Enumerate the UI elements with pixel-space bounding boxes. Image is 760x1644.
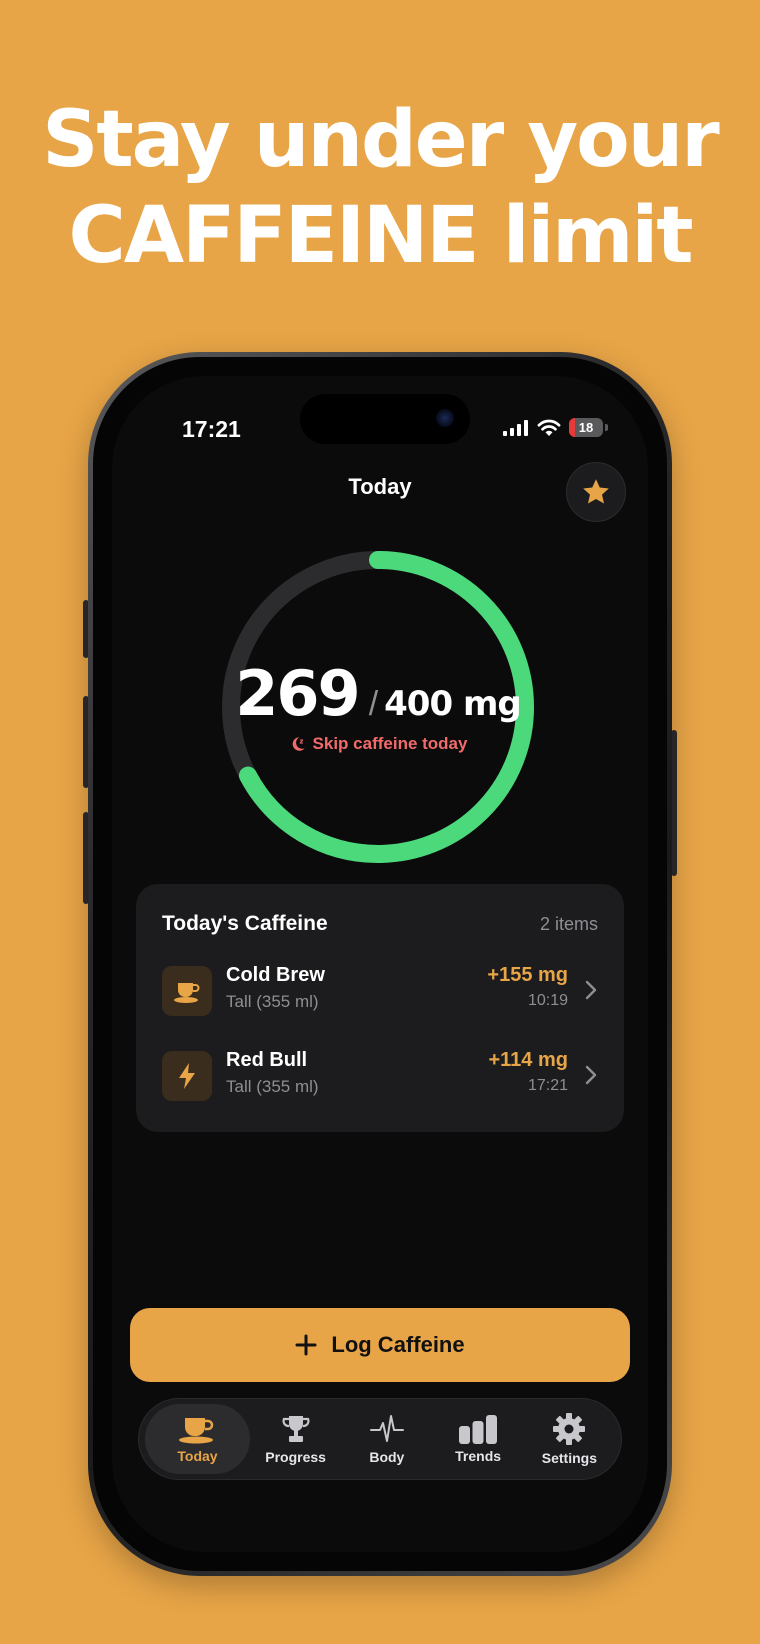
tab-settings[interactable]: Settings xyxy=(524,1404,615,1474)
tab-label: Today xyxy=(177,1448,218,1464)
battery-tip xyxy=(605,424,608,431)
limit-value: 400 mg xyxy=(384,684,522,724)
star-icon xyxy=(583,479,609,504)
tab-progress[interactable]: Progress xyxy=(250,1404,341,1474)
trophy-icon xyxy=(282,1416,310,1442)
list-item[interactable]: Red Bull Tall (355 ml) +114 mg 17:21 xyxy=(162,1049,598,1105)
caffeine-progress-ring: 269 / 400 mg z Skip caffeine today xyxy=(213,542,543,872)
log-caffeine-label: Log Caffeine xyxy=(331,1332,465,1357)
phone-frame: 17:21 18 Today 269 / 400 mg z Skip caffe… xyxy=(88,352,672,1576)
list-item[interactable]: Cold Brew Tall (355 ml) +155 mg 10:19 xyxy=(162,964,598,1020)
phone-bezel: 17:21 18 Today 269 / 400 mg z Skip caffe… xyxy=(93,357,667,1571)
chevron-right-icon xyxy=(585,1065,597,1085)
battery-icon: 18 xyxy=(569,418,603,437)
item-time: 10:19 xyxy=(527,992,568,1009)
tab-label: Progress xyxy=(265,1449,326,1465)
card-title: Today's Caffeine xyxy=(162,912,328,935)
ring-separator: / xyxy=(368,685,379,723)
item-time: 17:21 xyxy=(527,1077,568,1094)
wifi-icon xyxy=(537,419,561,436)
cellular-signal-icon xyxy=(503,419,528,436)
item-name: Cold Brew xyxy=(226,964,325,986)
favorites-button[interactable] xyxy=(566,462,626,522)
chevron-right-icon xyxy=(585,980,597,1000)
item-amount: +155 mg xyxy=(487,964,568,986)
headline: Stay under your CAFFEINE limit xyxy=(0,92,760,284)
status-time: 17:21 xyxy=(182,416,241,442)
todays-caffeine-card: Today's Caffeine 2 items Cold Brew Tall … xyxy=(136,884,624,1132)
lightning-bolt-icon xyxy=(162,1051,212,1101)
tab-bar: Today Progress Body Trends Settings xyxy=(138,1398,622,1480)
tab-trends[interactable]: Trends xyxy=(432,1404,523,1474)
skip-caffeine-text: Skip caffeine today xyxy=(312,734,468,753)
svg-text:z: z xyxy=(299,737,303,745)
gear-icon xyxy=(553,1413,586,1445)
tab-label: Settings xyxy=(541,1450,597,1466)
moon-icon: z xyxy=(292,737,305,751)
coffee-cup-icon xyxy=(179,1418,214,1444)
item-size: Tall (355 ml) xyxy=(226,992,319,1011)
item-amount: +114 mg xyxy=(488,1049,568,1071)
tab-label: Trends xyxy=(455,1448,502,1464)
plus-icon xyxy=(295,1334,317,1356)
log-caffeine-button[interactable]: Log Caffeine xyxy=(130,1308,630,1382)
tab-label: Body xyxy=(369,1449,405,1465)
consumed-value: 269 xyxy=(235,657,360,730)
ring-numbers: 269 / 400 mg xyxy=(213,657,543,730)
item-size: Tall (355 ml) xyxy=(226,1077,319,1096)
status-icons: 18 xyxy=(503,418,608,437)
bar-chart-icon xyxy=(459,1415,498,1444)
tab-today[interactable]: Today xyxy=(145,1404,250,1474)
coffee-cup-icon xyxy=(162,966,212,1016)
pulse-icon xyxy=(369,1415,404,1442)
item-name: Red Bull xyxy=(226,1049,308,1071)
skip-caffeine-link[interactable]: z Skip caffeine today xyxy=(213,734,543,754)
item-count: 2 items xyxy=(539,914,598,934)
headline-line-1: Stay under your xyxy=(42,95,720,185)
phone-screen: 17:21 18 Today 269 / 400 mg z Skip caffe… xyxy=(112,376,648,1552)
tab-body[interactable]: Body xyxy=(341,1404,432,1474)
dynamic-island xyxy=(300,394,470,444)
front-camera xyxy=(436,409,454,427)
headline-line-2: CAFFEINE limit xyxy=(68,191,694,281)
battery-level: 18 xyxy=(578,420,594,435)
ring-center: 269 / 400 mg z Skip caffeine today xyxy=(213,657,543,754)
